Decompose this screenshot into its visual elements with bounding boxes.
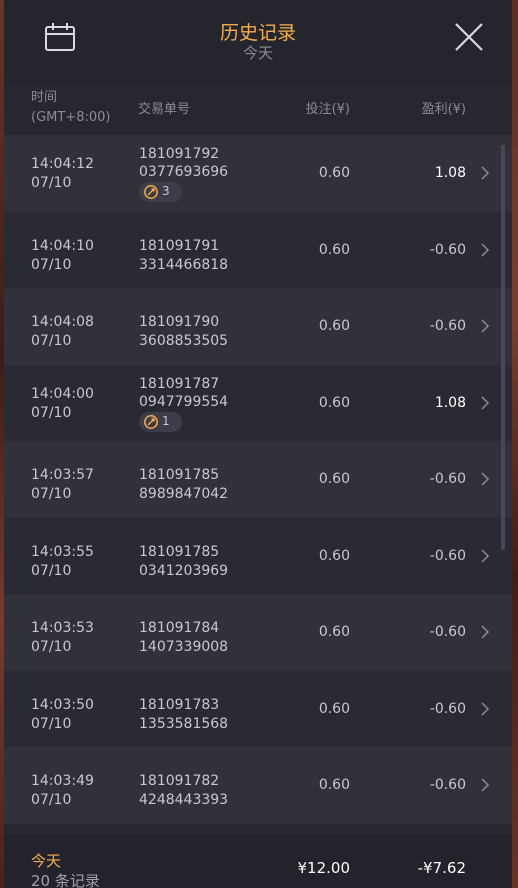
summary-record-count: 20 条记录 [31, 872, 100, 888]
history-panel: 历史记录 今天 时间 (GMT+8:00) 交易单号 投注(¥) 盈利(¥) 1… [4, 0, 512, 888]
row-profit: -0.60 [429, 777, 466, 793]
free-spin-badge: 3 [139, 182, 182, 202]
chevron-right-icon [481, 778, 490, 792]
row-date: 07/10 [31, 562, 72, 579]
row-order-id-part1: 181091782 [139, 773, 220, 789]
column-bet-label: 投注(¥) [305, 102, 350, 117]
background-edge-right [512, 0, 518, 888]
row-time: 14:04:08 [31, 314, 94, 330]
row-order-id-part1: 181091785 [139, 543, 220, 560]
chevron-right-icon [481, 242, 490, 257]
row-date: 07/10 [31, 404, 72, 421]
row-bet: 0.60 [318, 394, 350, 411]
row-date: 07/10 [31, 486, 72, 502]
free-spin-count: 1 [162, 413, 170, 428]
row-profit: -0.60 [429, 547, 466, 564]
table-row[interactable]: 14:03:49 07/10 181091782 4248443393 0.60… [4, 747, 512, 824]
row-time: 14:04:10 [31, 237, 94, 254]
row-bet: 0.60 [318, 547, 350, 564]
table-row[interactable]: 14:03:55 07/10 181091785 0341203969 0.60… [4, 517, 512, 594]
column-time-label: 时间 [31, 90, 58, 105]
table-row[interactable]: 14:03:53 07/10 181091784 1407339008 0.60… [4, 594, 512, 671]
row-time: 14:03:50 [31, 696, 94, 713]
row-profit: 1.08 [434, 394, 466, 411]
row-bet: 0.60 [318, 624, 350, 640]
row-profit: -0.60 [429, 318, 466, 334]
chevron-right-icon [481, 701, 490, 716]
chevron-right-icon [481, 166, 490, 180]
row-time: 14:04:12 [31, 156, 94, 172]
summary-period-label: 今天 [31, 852, 62, 870]
row-date: 07/10 [31, 715, 72, 732]
row-profit: -0.60 [429, 624, 466, 640]
row-order-id-part2: 1353581568 [139, 715, 229, 732]
row-order-id-part2: 4248443393 [139, 792, 229, 808]
column-order-label: 交易单号 [138, 102, 191, 117]
chevron-right-icon [481, 319, 490, 333]
row-bet: 0.60 [318, 318, 350, 334]
row-order-id-part1: 181091792 [139, 146, 220, 162]
row-bet: 0.60 [318, 700, 350, 717]
row-bet: 0.60 [318, 471, 350, 487]
row-time: 14:03:57 [31, 467, 94, 483]
summary-footer: 今天 20 条记录 ¥12.00 -¥7.62 [4, 835, 512, 888]
free-spin-count: 3 [162, 184, 170, 198]
table-row[interactable]: 14:04:08 07/10 181091790 3608853505 0.60… [4, 288, 512, 365]
row-order-id-part2: 3608853505 [139, 333, 229, 349]
chevron-right-icon [481, 395, 490, 410]
table-row[interactable]: 14:04:00 07/10 181091787 0947799554 1 0.… [4, 364, 512, 441]
row-date: 07/10 [31, 792, 72, 808]
page-title: 历史记录 [219, 22, 296, 44]
date-filter-label: 今天 [242, 44, 273, 62]
row-profit: -0.60 [429, 241, 466, 258]
row-profit: -0.60 [429, 471, 466, 487]
row-time: 14:04:00 [31, 385, 94, 402]
scrollbar[interactable] [501, 145, 505, 550]
table-row[interactable]: 14:03:57 07/10 181091785 8989847042 0.60… [4, 441, 512, 518]
row-order-id-part2: 0377693696 [139, 164, 229, 180]
row-bet: 0.60 [318, 777, 350, 793]
row-bet: 0.60 [318, 241, 350, 258]
free-spin-badge: 1 [139, 411, 182, 432]
column-profit-label: 盈利(¥) [421, 102, 466, 117]
free-spin-icon [144, 414, 158, 429]
row-bet: 0.60 [318, 165, 350, 181]
chevron-right-icon [481, 548, 490, 563]
row-time: 14:03:49 [31, 773, 94, 789]
row-order-id-part2: 1407339008 [139, 639, 229, 655]
row-date: 07/10 [31, 175, 72, 191]
row-order-id-part1: 181091783 [139, 696, 220, 713]
row-order-id-part2: 3314466818 [139, 256, 229, 273]
row-order-id-part2: 8989847042 [139, 486, 229, 502]
row-order-id-part1: 181091784 [139, 620, 220, 636]
header: 历史记录 今天 [4, 0, 512, 83]
summary-total-bet: ¥12.00 [297, 859, 351, 877]
row-time: 14:03:53 [31, 620, 94, 636]
close-icon[interactable] [454, 22, 484, 52]
free-spin-icon [144, 185, 158, 199]
row-order-id-part2: 0341203969 [139, 562, 229, 579]
summary-total-profit: -¥7.62 [417, 859, 466, 877]
row-date: 07/10 [31, 639, 72, 655]
row-order-id-part2: 0947799554 [139, 393, 229, 410]
row-order-id-part1: 181091785 [139, 467, 220, 483]
row-profit: -0.60 [429, 700, 466, 717]
column-headers: 时间 (GMT+8:00) 交易单号 投注(¥) 盈利(¥) [4, 82, 512, 134]
history-list: 14:04:12 07/10 181091792 0377693696 3 0.… [4, 135, 512, 824]
table-row[interactable]: 14:04:10 07/10 181091791 3314466818 0.60… [4, 211, 512, 288]
row-date: 07/10 [31, 256, 72, 273]
row-order-id-part1: 181091791 [139, 237, 220, 254]
row-order-id-part1: 181091787 [139, 375, 220, 392]
row-order-id-part1: 181091790 [139, 314, 220, 330]
column-timezone-label: (GMT+8:00) [31, 110, 111, 125]
chevron-right-icon [481, 472, 490, 486]
row-profit: 1.08 [434, 165, 466, 181]
row-time: 14:03:55 [31, 543, 94, 560]
table-row[interactable]: 14:04:12 07/10 181091792 0377693696 3 0.… [4, 135, 512, 212]
table-row[interactable]: 14:03:50 07/10 181091783 1353581568 0.60… [4, 670, 512, 747]
chevron-right-icon [481, 625, 490, 639]
row-date: 07/10 [31, 333, 72, 349]
